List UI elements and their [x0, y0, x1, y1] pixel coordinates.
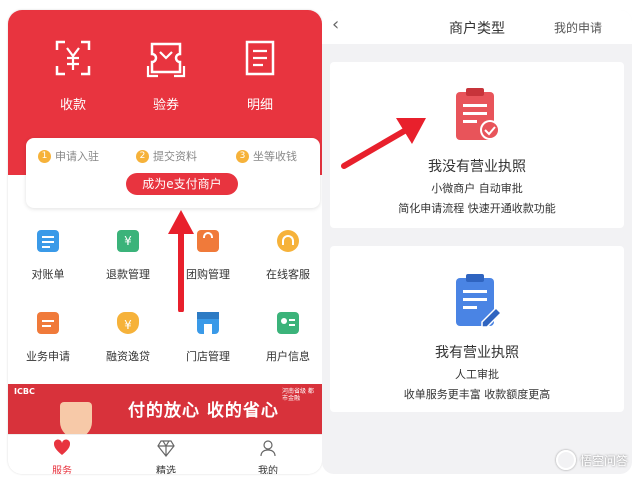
- user-card-icon: [277, 312, 299, 334]
- ticket-scan-icon: [146, 42, 186, 78]
- details-button[interactable]: 明细: [220, 38, 300, 113]
- heart-hands-icon: [53, 439, 71, 455]
- action-label: 收款: [59, 98, 86, 113]
- step-number: 3: [236, 149, 249, 163]
- verify-coupon-button[interactable]: 验券: [126, 38, 206, 113]
- grid-label: 融资逸贷: [106, 350, 150, 363]
- tab-service[interactable]: 服务: [32, 439, 92, 474]
- statement-icon: [37, 230, 59, 252]
- grid-label: 门店管理: [186, 350, 230, 363]
- grid-label: 退款管理: [106, 268, 150, 281]
- document-list-icon: [245, 40, 275, 76]
- action-label: 验券: [152, 98, 179, 113]
- step-label: 申请入驻: [55, 150, 99, 163]
- card-line: 小微商户 自动审批: [431, 182, 523, 195]
- user-icon: [260, 440, 276, 457]
- arrow-right-annotation: [341, 118, 426, 169]
- step-submit: 2 提交资料: [136, 148, 197, 164]
- clipboard-edit-icon: [456, 274, 503, 328]
- step-number: 1: [38, 149, 51, 163]
- grid-label: 在线客服: [266, 268, 310, 281]
- step-apply: 1 申请入驻: [38, 148, 99, 164]
- right-app-screen: ‹ 商户类型 我的申请 我没有营业执照 小微商户 自动审批 简化申请流程 快速开…: [322, 10, 632, 474]
- headset-icon: [277, 230, 299, 252]
- money-bag-icon: ¥: [117, 312, 139, 334]
- left-app-screen: 收款 验券 明细 1 申请入驻 2 提交资料 3 坐等收钱 成为e支付商户 对账…: [8, 10, 322, 474]
- bank-logo: ICBC: [14, 387, 35, 396]
- tab-label: 服务: [52, 466, 72, 474]
- grid-item-customer-service[interactable]: 在线客服: [253, 230, 322, 282]
- grid-label: 业务申请: [26, 350, 70, 363]
- refund-icon: ¥: [117, 230, 139, 252]
- yuan-scan-icon: [55, 40, 91, 76]
- step-label: 提交资料: [153, 150, 197, 163]
- store-icon: [197, 312, 219, 334]
- tab-label: 精选: [156, 466, 176, 474]
- nav-bar: ‹ 商户类型 我的申请: [322, 10, 632, 44]
- grid-item-user-info[interactable]: 用户信息: [253, 312, 322, 364]
- bottom-tab-bar: 服务 精选 我的: [8, 434, 322, 474]
- promo-banner[interactable]: ICBC 付的放心 收的省心 河南省级 都市金融: [8, 384, 322, 434]
- arrow-up-annotation: [168, 210, 194, 312]
- step-receive: 3 坐等收钱: [236, 148, 297, 164]
- clipboard-check-icon: [456, 88, 500, 140]
- my-applications-link[interactable]: 我的申请: [554, 19, 602, 36]
- watermark-text: 悟空问答: [579, 453, 628, 468]
- step-number: 2: [136, 149, 149, 163]
- card-line: 人工审批: [455, 368, 499, 381]
- step-label: 坐等收钱: [253, 150, 297, 163]
- card-title: 我有营业执照: [435, 345, 519, 361]
- become-merchant-button[interactable]: 成为e支付商户: [126, 173, 238, 195]
- tab-mine[interactable]: 我的: [238, 439, 298, 474]
- banner-slogan: 付的放心 收的省心: [128, 401, 279, 421]
- onboarding-steps-card: 1 申请入驻 2 提交资料 3 坐等收钱 成为e支付商户: [26, 138, 320, 208]
- grid-item-business-apply[interactable]: 业务申请: [13, 312, 83, 364]
- diamond-icon: [157, 440, 175, 457]
- action-label: 明细: [246, 98, 273, 113]
- grid-label: 用户信息: [266, 350, 310, 363]
- tab-featured[interactable]: 精选: [136, 439, 196, 474]
- apply-icon: [37, 312, 59, 334]
- banner-badge: 河南省级 都市金融: [282, 388, 314, 402]
- tab-label: 我的: [258, 466, 278, 474]
- grid-item-finance[interactable]: ¥ 融资逸贷: [93, 312, 163, 364]
- grid-item-store[interactable]: 门店管理: [173, 312, 243, 364]
- grid-label: 对账单: [31, 268, 65, 281]
- collect-payment-button[interactable]: 收款: [33, 38, 113, 113]
- grid-item-refund[interactable]: ¥ 退款管理: [93, 230, 163, 282]
- watermark: 悟空问答: [555, 450, 628, 470]
- has-license-option-card[interactable]: 我有营业执照 人工审批 收单服务更丰富 收款额度更高: [330, 246, 624, 412]
- group-buy-icon: [197, 230, 219, 252]
- grid-item-statement[interactable]: 对账单: [13, 230, 83, 282]
- wukong-logo-icon: [555, 450, 576, 470]
- shield-icon: [60, 402, 92, 434]
- card-line: 收单服务更丰富 收款额度更高: [403, 388, 551, 401]
- card-line: 简化申请流程 快速开通收款功能: [398, 202, 556, 215]
